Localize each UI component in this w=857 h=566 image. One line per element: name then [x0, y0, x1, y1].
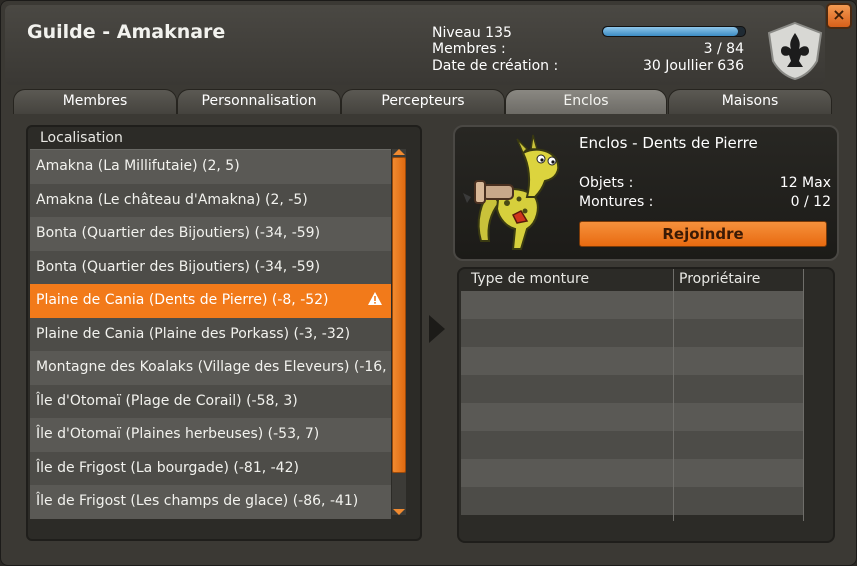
enclosure-item[interactable]: Bonta (Quartier des Bijoutiers) (-34, -5… [30, 217, 391, 251]
guild-xp-fill [603, 27, 738, 36]
table-row [461, 403, 803, 431]
enclosure-item[interactable]: Île d'Otomaï (Plage de Corail) (-58, 3) [30, 384, 391, 418]
enclosure-item-label: Île de Frigost (Les champs de glace) (-8… [36, 493, 359, 509]
enclosure-item-label: Plaine de Cania (Plaine des Porkass) (-3… [36, 325, 351, 342]
guild-xp-bar [602, 26, 746, 37]
enclosure-item-label: Amakna (La Millifutaie) (2, 5) [36, 158, 240, 174]
enclosure-item-label: Amakna (Le château d'Amakna) (2, -5) [36, 191, 308, 208]
tab-personalization[interactable]: Personnalisation [177, 89, 341, 114]
scrollbar-thumb[interactable] [392, 157, 406, 473]
enclosure-item[interactable]: Plaine de Cania (Plaine des Porkass) (-3… [30, 317, 391, 351]
table-row [461, 347, 803, 375]
column-header-mount-type[interactable]: Type de monture [471, 271, 589, 287]
join-button[interactable]: Rejoindre [579, 221, 827, 247]
close-button[interactable]: × [826, 3, 852, 29]
enclosure-item-label: Bonta (Quartier des Bijoutiers) (-34, -5… [36, 258, 321, 275]
enclosure-item-label: Montagne des Koalaks (Village des Eleveu… [36, 359, 391, 375]
warning-icon [368, 292, 382, 305]
table-row [461, 487, 803, 515]
column-divider [673, 269, 674, 521]
mounts-value: 0 / 12 [790, 194, 831, 210]
enclosure-item[interactable]: Amakna (La Millifutaie) (2, 5) [30, 150, 391, 184]
enclosure-name: Enclos - Dents de Pierre [579, 134, 758, 152]
objects-label: Objets : [579, 175, 634, 191]
tab-enclosures[interactable]: Enclos [505, 89, 667, 114]
enclosure-item-label: Bonta (Quartier des Bijoutiers) (-34, -5… [36, 225, 321, 241]
list-scrollbar[interactable] [392, 149, 406, 515]
enclosure-item-label: Plaine de Cania (Dents de Pierre) (-8, -… [36, 292, 329, 308]
enclosure-item[interactable]: Montagne des Koalaks (Village des Eleveu… [30, 351, 391, 385]
column-divider [803, 269, 804, 521]
dragoturkey-image [463, 134, 560, 250]
tab-bar: Membres Personnalisation Percepteurs Enc… [13, 89, 832, 114]
table-row [461, 459, 803, 487]
enclosure-list: Amakna (La Millifutaie) (2, 5) Amakna (L… [30, 149, 391, 522]
creation-date-value: 30 Joullier 636 [642, 58, 744, 74]
guild-window: Guilde - Amaknare Niveau 135 Membres : 3… [0, 0, 857, 566]
table-row [461, 319, 803, 347]
members-value: 3 / 84 [703, 41, 744, 57]
mounts-label: Montures : [579, 194, 654, 210]
table-row [461, 291, 803, 319]
enclosure-item[interactable]: Île de Frigost (Les champs de glace) (-8… [30, 485, 391, 519]
enclosure-list-panel: Localisation Amakna (La Millifutaie) (2,… [26, 125, 422, 541]
enclosure-item-label: Île de Frigost (La bourgade) (-81, -42) [36, 459, 299, 476]
guild-emblem-icon [767, 21, 823, 81]
table-row [461, 431, 803, 459]
mounts-table: Type de monture Propriétaire [457, 267, 835, 543]
members-label: Membres : [432, 41, 506, 57]
column-header-owner[interactable]: Propriétaire [679, 271, 760, 287]
enclosure-item[interactable]: Amakna (Le château d'Amakna) (2, -5) [30, 183, 391, 217]
enclosure-item-label: Île d'Otomaï (Plaines herbeuses) (-53, 7… [36, 426, 320, 442]
tab-collectors[interactable]: Percepteurs [341, 89, 505, 114]
creation-date-label: Date de création : [432, 58, 559, 74]
window-title: Guilde - Amaknare [27, 21, 226, 43]
enclosure-item[interactable]: Île de Frigost (La bourgade) (-81, -42) [30, 451, 391, 485]
objects-value: 12 Max [779, 175, 831, 191]
enclosure-item[interactable]: Île d'Otomaï (Plaines herbeuses) (-53, 7… [30, 418, 391, 452]
enclosure-item[interactable]: Bonta (Quartier des Bijoutiers) (-34, -5… [30, 250, 391, 284]
scroll-up-icon[interactable] [393, 149, 405, 155]
arrow-right-icon [429, 315, 445, 343]
enclosure-item-selected[interactable]: Plaine de Cania (Dents de Pierre) (-8, -… [30, 284, 391, 318]
scroll-down-icon[interactable] [393, 509, 405, 515]
enclosure-detail-panel: Enclos - Dents de Pierre Objets : 12 Max… [453, 125, 839, 261]
enclosure-item-label: Île d'Otomaï (Plage de Corail) (-58, 3) [36, 392, 298, 409]
tab-houses[interactable]: Maisons [668, 89, 832, 114]
guild-level: Niveau 135 [432, 25, 512, 41]
tab-members[interactable]: Membres [13, 89, 177, 114]
list-column-header[interactable]: Localisation [40, 130, 123, 146]
table-row [461, 375, 803, 403]
